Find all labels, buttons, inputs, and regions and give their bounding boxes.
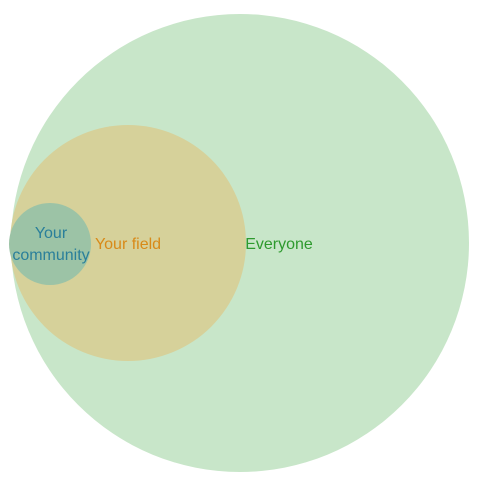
your-community-label-line2: community (12, 247, 89, 264)
your-community-label-line1: Your (35, 225, 68, 242)
venn-diagram: Everyone Your field Your community (0, 0, 480, 484)
venn-svg: Everyone Your field Your community (9, 14, 469, 472)
everyone-label: Everyone (245, 236, 313, 253)
your-community-circle (9, 203, 91, 285)
your-field-label: Your field (95, 236, 161, 253)
